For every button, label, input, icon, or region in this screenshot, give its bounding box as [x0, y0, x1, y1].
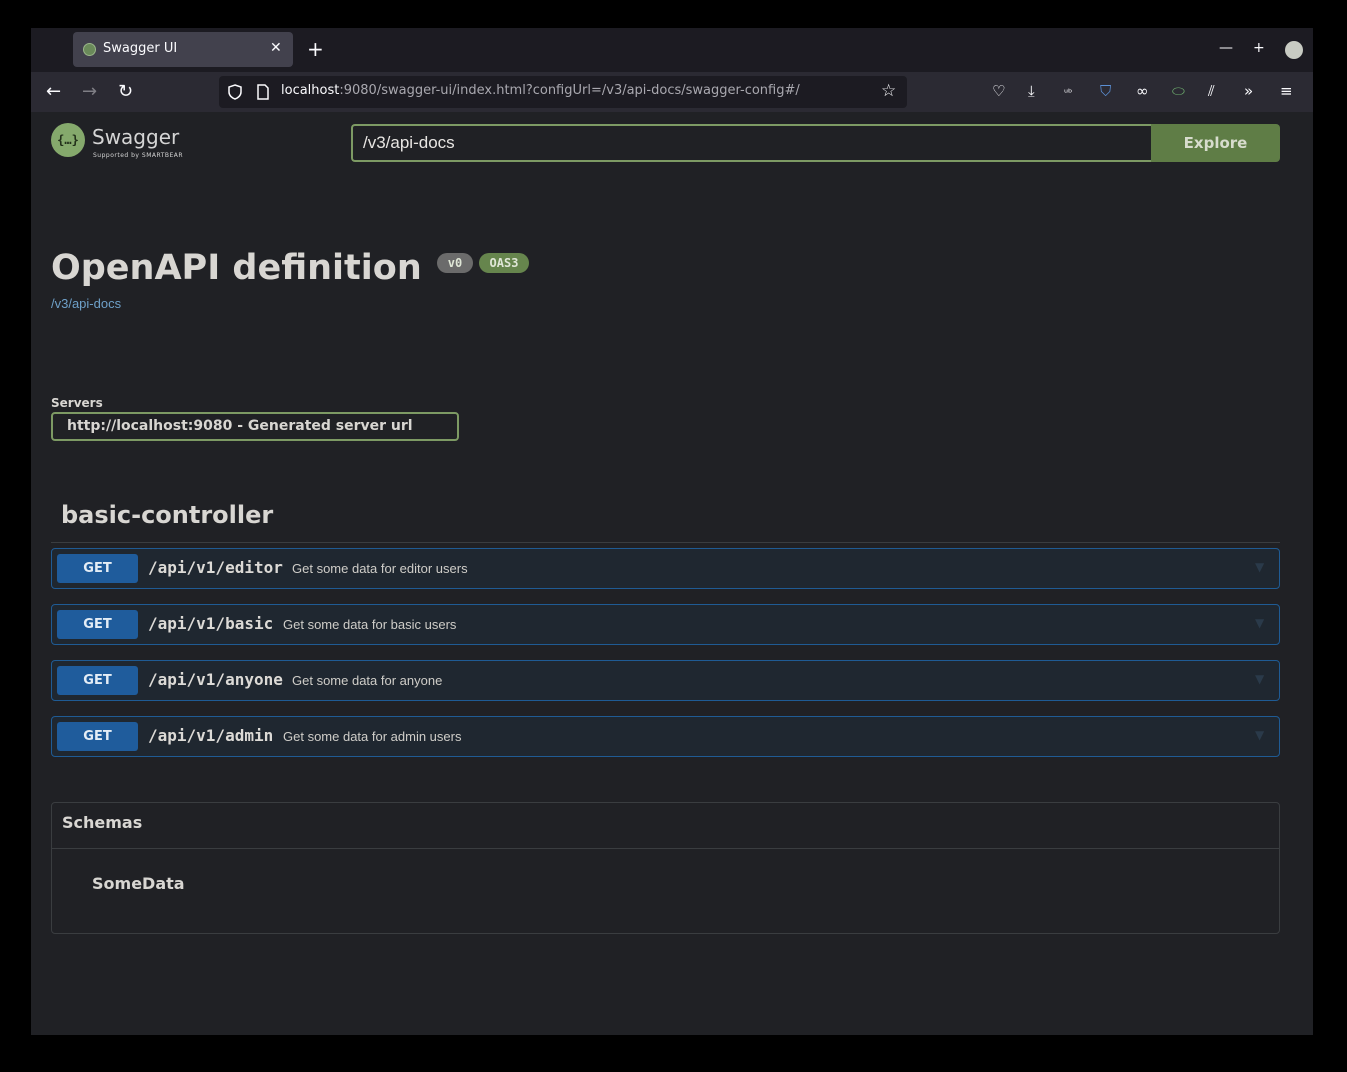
divider	[52, 848, 1279, 849]
pocket-icon[interactable]: ♡	[992, 82, 1005, 100]
spec-url-input[interactable]	[351, 124, 1151, 162]
url-path: :9080/swagger-ui/index.html?configUrl=/v…	[339, 83, 800, 98]
tag-header[interactable]: basic-controller	[61, 501, 273, 529]
download-icon[interactable]: ⤓	[1028, 82, 1035, 100]
chevron-down-icon[interactable]: ▼	[1255, 672, 1264, 686]
operation-row[interactable]: GET /api/v1/admin Get some data for admi…	[51, 716, 1280, 757]
operation-row[interactable]: GET /api/v1/anyone Get some data for any…	[51, 660, 1280, 701]
overflow-chevrons-icon[interactable]: »	[1244, 82, 1253, 100]
operation-summary: Get some data for basic users	[283, 617, 457, 632]
maximize-icon[interactable]: +	[1253, 40, 1265, 56]
operation-row[interactable]: GET /api/v1/editor Get some data for edi…	[51, 548, 1280, 589]
url-text[interactable]: localhost:9080/swagger-ui/index.html?con…	[281, 83, 800, 98]
chevron-down-icon[interactable]: ▼	[1255, 728, 1264, 742]
bookmark-star-icon[interactable]: ☆	[881, 81, 896, 101]
version-badge: v0	[437, 253, 473, 273]
browser-window: Swagger UI ✕ + — + ← → ↻ localhost:9080/…	[31, 28, 1313, 1035]
servers-label: Servers	[51, 396, 103, 410]
operation-row[interactable]: GET /api/v1/basic Get some data for basi…	[51, 604, 1280, 645]
tab-strip: Swagger UI ✕ + — +	[31, 28, 1313, 72]
servers-select[interactable]: http://localhost:9080 - Generated server…	[51, 412, 459, 441]
oas-badge: OAS3	[479, 253, 529, 273]
new-tab-icon[interactable]: +	[307, 38, 324, 60]
operation-path: /api/v1/admin	[148, 726, 274, 745]
privacy-badger-icon[interactable]: ∞	[1136, 82, 1149, 100]
http-method-badge: GET	[57, 666, 138, 695]
operation-summary: Get some data for admin users	[283, 729, 462, 744]
shield-icon[interactable]	[228, 84, 242, 100]
swagger-logo-icon[interactable]: {…}	[51, 123, 85, 157]
forward-arrow-icon[interactable]: →	[82, 82, 97, 102]
chevron-down-icon[interactable]: ▼	[1255, 616, 1264, 630]
swagger-logo-text: Swagger	[92, 125, 180, 149]
extension-icon[interactable]: ⬭	[1172, 82, 1185, 100]
window-close-icon[interactable]	[1285, 41, 1303, 59]
spec-link[interactable]: /v3/api-docs	[51, 296, 121, 311]
operation-path: /api/v1/editor	[148, 558, 283, 577]
minimize-icon[interactable]: —	[1219, 40, 1233, 56]
operation-summary: Get some data for editor users	[292, 561, 468, 576]
http-method-badge: GET	[57, 554, 138, 583]
operation-path: /api/v1/basic	[148, 614, 274, 633]
schemas-section: Schemas SomeData	[51, 802, 1280, 934]
back-arrow-icon[interactable]: ←	[46, 82, 61, 102]
nav-bar: ← → ↻ localhost:9080/swagger-ui/index.ht…	[31, 72, 1313, 112]
swagger-page: {…} Swagger Supported by SMARTBEAR Explo…	[31, 112, 1313, 1035]
schemas-title[interactable]: Schemas	[62, 813, 142, 832]
hamburger-menu-icon[interactable]: ≡	[1280, 82, 1293, 100]
reload-icon[interactable]: ↻	[118, 82, 133, 102]
operation-summary: Get some data for anyone	[292, 673, 443, 688]
http-method-badge: GET	[57, 610, 138, 639]
swagger-favicon-icon	[83, 43, 96, 56]
download-url-form: Explore	[351, 124, 1281, 162]
schema-item[interactable]: SomeData	[92, 874, 185, 893]
browser-tab[interactable]: Swagger UI ✕	[73, 32, 293, 67]
operation-path: /api/v1/anyone	[148, 670, 283, 689]
divider	[51, 542, 1280, 543]
explore-button[interactable]: Explore	[1151, 124, 1280, 162]
ublock-icon[interactable]: ᵘᵇ	[1064, 85, 1072, 103]
close-icon[interactable]: ✕	[270, 40, 282, 56]
address-bar[interactable]: localhost:9080/swagger-ui/index.html?con…	[219, 76, 907, 108]
tab-title: Swagger UI	[103, 41, 178, 56]
chevron-down-icon[interactable]: ▼	[1255, 560, 1264, 574]
smartbear-tagline: Supported by SMARTBEAR	[93, 152, 184, 159]
library-icon[interactable]: ⫽	[1208, 82, 1215, 100]
http-method-badge: GET	[57, 722, 138, 751]
page-icon	[257, 84, 269, 100]
api-title: OpenAPI definition	[51, 248, 422, 288]
url-host: localhost	[281, 83, 340, 98]
bitwarden-icon[interactable]: ⛉	[1100, 82, 1111, 100]
